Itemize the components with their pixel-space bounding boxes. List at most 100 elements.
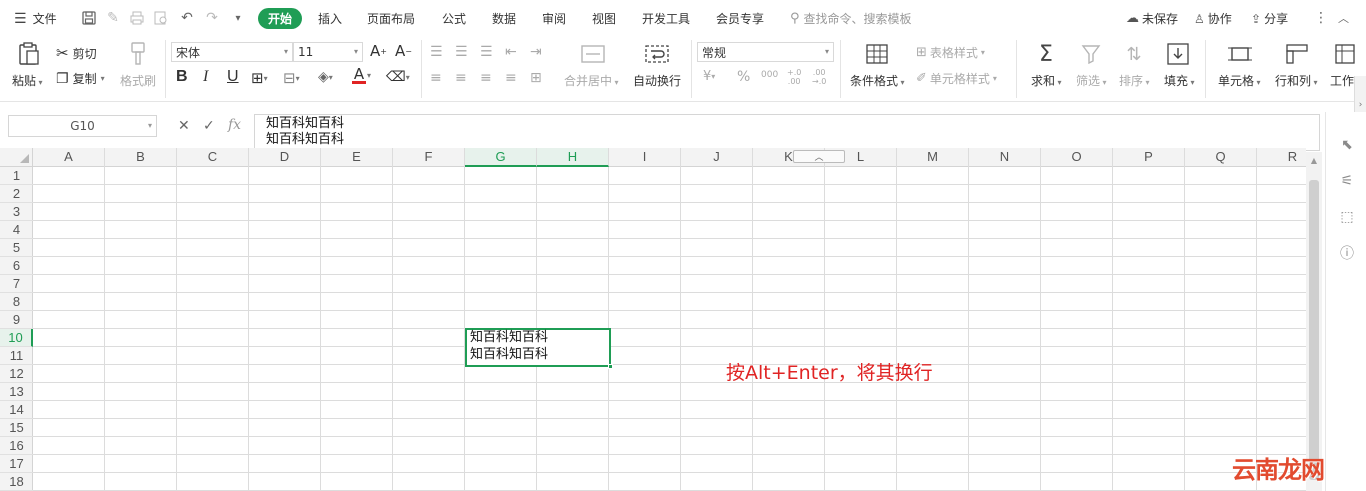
tab-membership[interactable]: 会员专享 xyxy=(716,10,764,27)
increase-font-icon[interactable]: A + xyxy=(370,42,387,60)
redo-icon[interactable]: ↷ xyxy=(203,9,221,27)
align-left-icon[interactable]: ≡ xyxy=(430,70,442,86)
save-icon[interactable] xyxy=(80,9,98,27)
row-header[interactable]: 4 xyxy=(0,221,33,239)
font-size-select[interactable]: 11 ▾ xyxy=(293,42,363,62)
underline-icon[interactable]: U xyxy=(227,68,239,86)
tab-formulas[interactable]: 公式 xyxy=(442,10,466,27)
row-header[interactable]: 17 xyxy=(0,455,33,473)
collapse-formula-bar-button[interactable]: ︿ xyxy=(793,150,845,163)
row-header[interactable]: 12 xyxy=(0,365,33,383)
row-col-button[interactable]: 行和列 ▾ xyxy=(1275,72,1318,89)
collaborate-button[interactable]: ♙ 协作 xyxy=(1194,10,1232,27)
share-button[interactable]: ⇪ 分享 xyxy=(1251,10,1288,27)
font-color-icon[interactable]: A xyxy=(352,67,366,84)
cell-button[interactable]: 单元格 ▾ xyxy=(1218,72,1261,89)
collapse-ribbon-icon[interactable]: ︿ xyxy=(1338,10,1349,26)
tab-developer[interactable]: 开发工具 xyxy=(642,10,690,27)
row-header[interactable]: 2 xyxy=(0,185,33,203)
row-header-selected[interactable]: 10 xyxy=(0,329,33,347)
row-header[interactable]: 3 xyxy=(0,203,33,221)
insert-function-icon[interactable]: fx xyxy=(228,117,241,133)
column-header[interactable]: F xyxy=(393,148,465,167)
wrap-text-button[interactable]: 自动换行 xyxy=(633,72,681,89)
conditional-format-button[interactable]: 条件格式 ▾ xyxy=(850,72,905,89)
tab-view[interactable]: 视图 xyxy=(592,10,616,27)
settings-sliders-icon[interactable]: ⚟ xyxy=(1338,172,1356,190)
column-header[interactable]: E xyxy=(321,148,393,167)
sort-button[interactable]: 排序 ▾ xyxy=(1119,72,1150,89)
print-icon[interactable] xyxy=(128,9,146,27)
row-header[interactable]: 18 xyxy=(0,473,33,491)
clear-format-icon[interactable]: ⌫ ▾ xyxy=(386,69,410,85)
decrease-indent-icon[interactable]: ⇤ xyxy=(505,44,517,60)
more-icon[interactable]: ⋮ xyxy=(1314,10,1328,26)
column-header[interactable]: A xyxy=(33,148,105,167)
tab-page-layout[interactable]: 页面布局 xyxy=(367,10,415,27)
column-header[interactable]: J xyxy=(681,148,753,167)
percent-icon[interactable]: % xyxy=(737,69,750,85)
format-panel-icon[interactable]: ⬚ xyxy=(1338,208,1356,226)
row-header[interactable]: 11 xyxy=(0,347,33,365)
border-icon[interactable]: ⊞ ▾ xyxy=(251,69,268,87)
fill-pattern-icon[interactable]: ⊟ ▾ xyxy=(283,69,300,87)
column-header-selected[interactable]: H xyxy=(537,148,609,167)
column-header[interactable]: P xyxy=(1113,148,1185,167)
tab-review[interactable]: 审阅 xyxy=(542,10,566,27)
align-middle-icon[interactable]: ☰ xyxy=(455,44,468,60)
row-header[interactable]: 7 xyxy=(0,275,33,293)
font-color-dropdown-icon[interactable]: ▾ xyxy=(367,71,371,80)
merge-center-button[interactable]: 合并居中 ▾ xyxy=(564,72,619,89)
row-header[interactable]: 8 xyxy=(0,293,33,311)
quick-access-dropdown-icon[interactable]: ▾ xyxy=(229,9,247,27)
column-header[interactable]: R xyxy=(1257,148,1306,167)
cursor-select-icon[interactable]: ⬉ xyxy=(1338,136,1356,154)
name-box[interactable]: G10 ▾ xyxy=(8,115,157,137)
tab-insert[interactable]: 插入 xyxy=(318,10,342,27)
format-painter-quick-icon[interactable]: ✎ xyxy=(104,9,122,27)
thousands-icon[interactable]: 000 xyxy=(761,70,778,80)
row-header[interactable]: 1 xyxy=(0,167,33,185)
print-preview-icon[interactable] xyxy=(152,9,170,27)
decrease-font-icon[interactable]: A − xyxy=(395,42,412,60)
scrollbar-thumb[interactable] xyxy=(1309,180,1319,480)
row-header[interactable]: 9 xyxy=(0,311,33,329)
justify-icon[interactable]: ≡ xyxy=(505,70,517,86)
format-painter-button[interactable]: 格式刷 xyxy=(120,72,156,89)
copy-button[interactable]: ❐ 复制 ▾ xyxy=(56,70,105,87)
align-top-icon[interactable]: ☰ xyxy=(430,44,443,60)
scroll-up-icon[interactable]: ▲ xyxy=(1306,156,1322,172)
column-header[interactable]: O xyxy=(1041,148,1113,167)
column-header[interactable]: B xyxy=(105,148,177,167)
row-header[interactable]: 16 xyxy=(0,437,33,455)
unsaved-status[interactable]: ☁ 未保存 xyxy=(1126,10,1178,27)
paste-button[interactable]: 粘贴 ▾ xyxy=(12,72,43,89)
command-search[interactable]: ⚲ 查找命令、搜索模板 xyxy=(790,10,912,27)
column-header-selected[interactable]: G xyxy=(465,148,537,167)
number-format-select[interactable]: 常规 ▾ xyxy=(697,42,834,62)
italic-icon[interactable]: I xyxy=(203,68,208,86)
fill-color-icon[interactable]: ◈ ▾ xyxy=(318,69,333,85)
fill-handle[interactable] xyxy=(608,364,613,369)
tab-home[interactable]: 开始 xyxy=(258,8,302,29)
worksheet-button[interactable]: 工作 xyxy=(1330,72,1354,89)
cell-style-button[interactable]: ✐ 单元格样式 ▾ xyxy=(916,70,997,87)
formula-input[interactable]: 知百科知百科 知百科知百科 xyxy=(254,114,1320,151)
increase-indent-icon[interactable]: ⇥ xyxy=(530,44,542,60)
cut-button[interactable]: ✂ 剪切 xyxy=(56,44,97,62)
column-header[interactable]: D xyxy=(249,148,321,167)
column-header[interactable]: N xyxy=(969,148,1041,167)
sum-button[interactable]: 求和 ▾ xyxy=(1031,72,1062,89)
cancel-icon[interactable]: ✕ xyxy=(178,118,190,134)
paste-icon[interactable] xyxy=(17,42,41,66)
fill-button[interactable]: 填充 ▾ xyxy=(1164,72,1195,89)
file-menu[interactable]: ☰ 文件 xyxy=(14,10,57,27)
align-right-icon[interactable]: ≡ xyxy=(480,70,492,86)
bold-icon[interactable]: B xyxy=(176,68,188,86)
column-header[interactable]: I xyxy=(609,148,681,167)
help-icon[interactable]: ⓘ xyxy=(1338,244,1356,262)
table-style-button[interactable]: ⊞ 表格样式 ▾ xyxy=(916,44,985,61)
row-header[interactable]: 5 xyxy=(0,239,33,257)
align-center-icon[interactable]: ≡ xyxy=(455,70,467,86)
currency-icon[interactable]: ¥ ▾ xyxy=(703,69,715,84)
